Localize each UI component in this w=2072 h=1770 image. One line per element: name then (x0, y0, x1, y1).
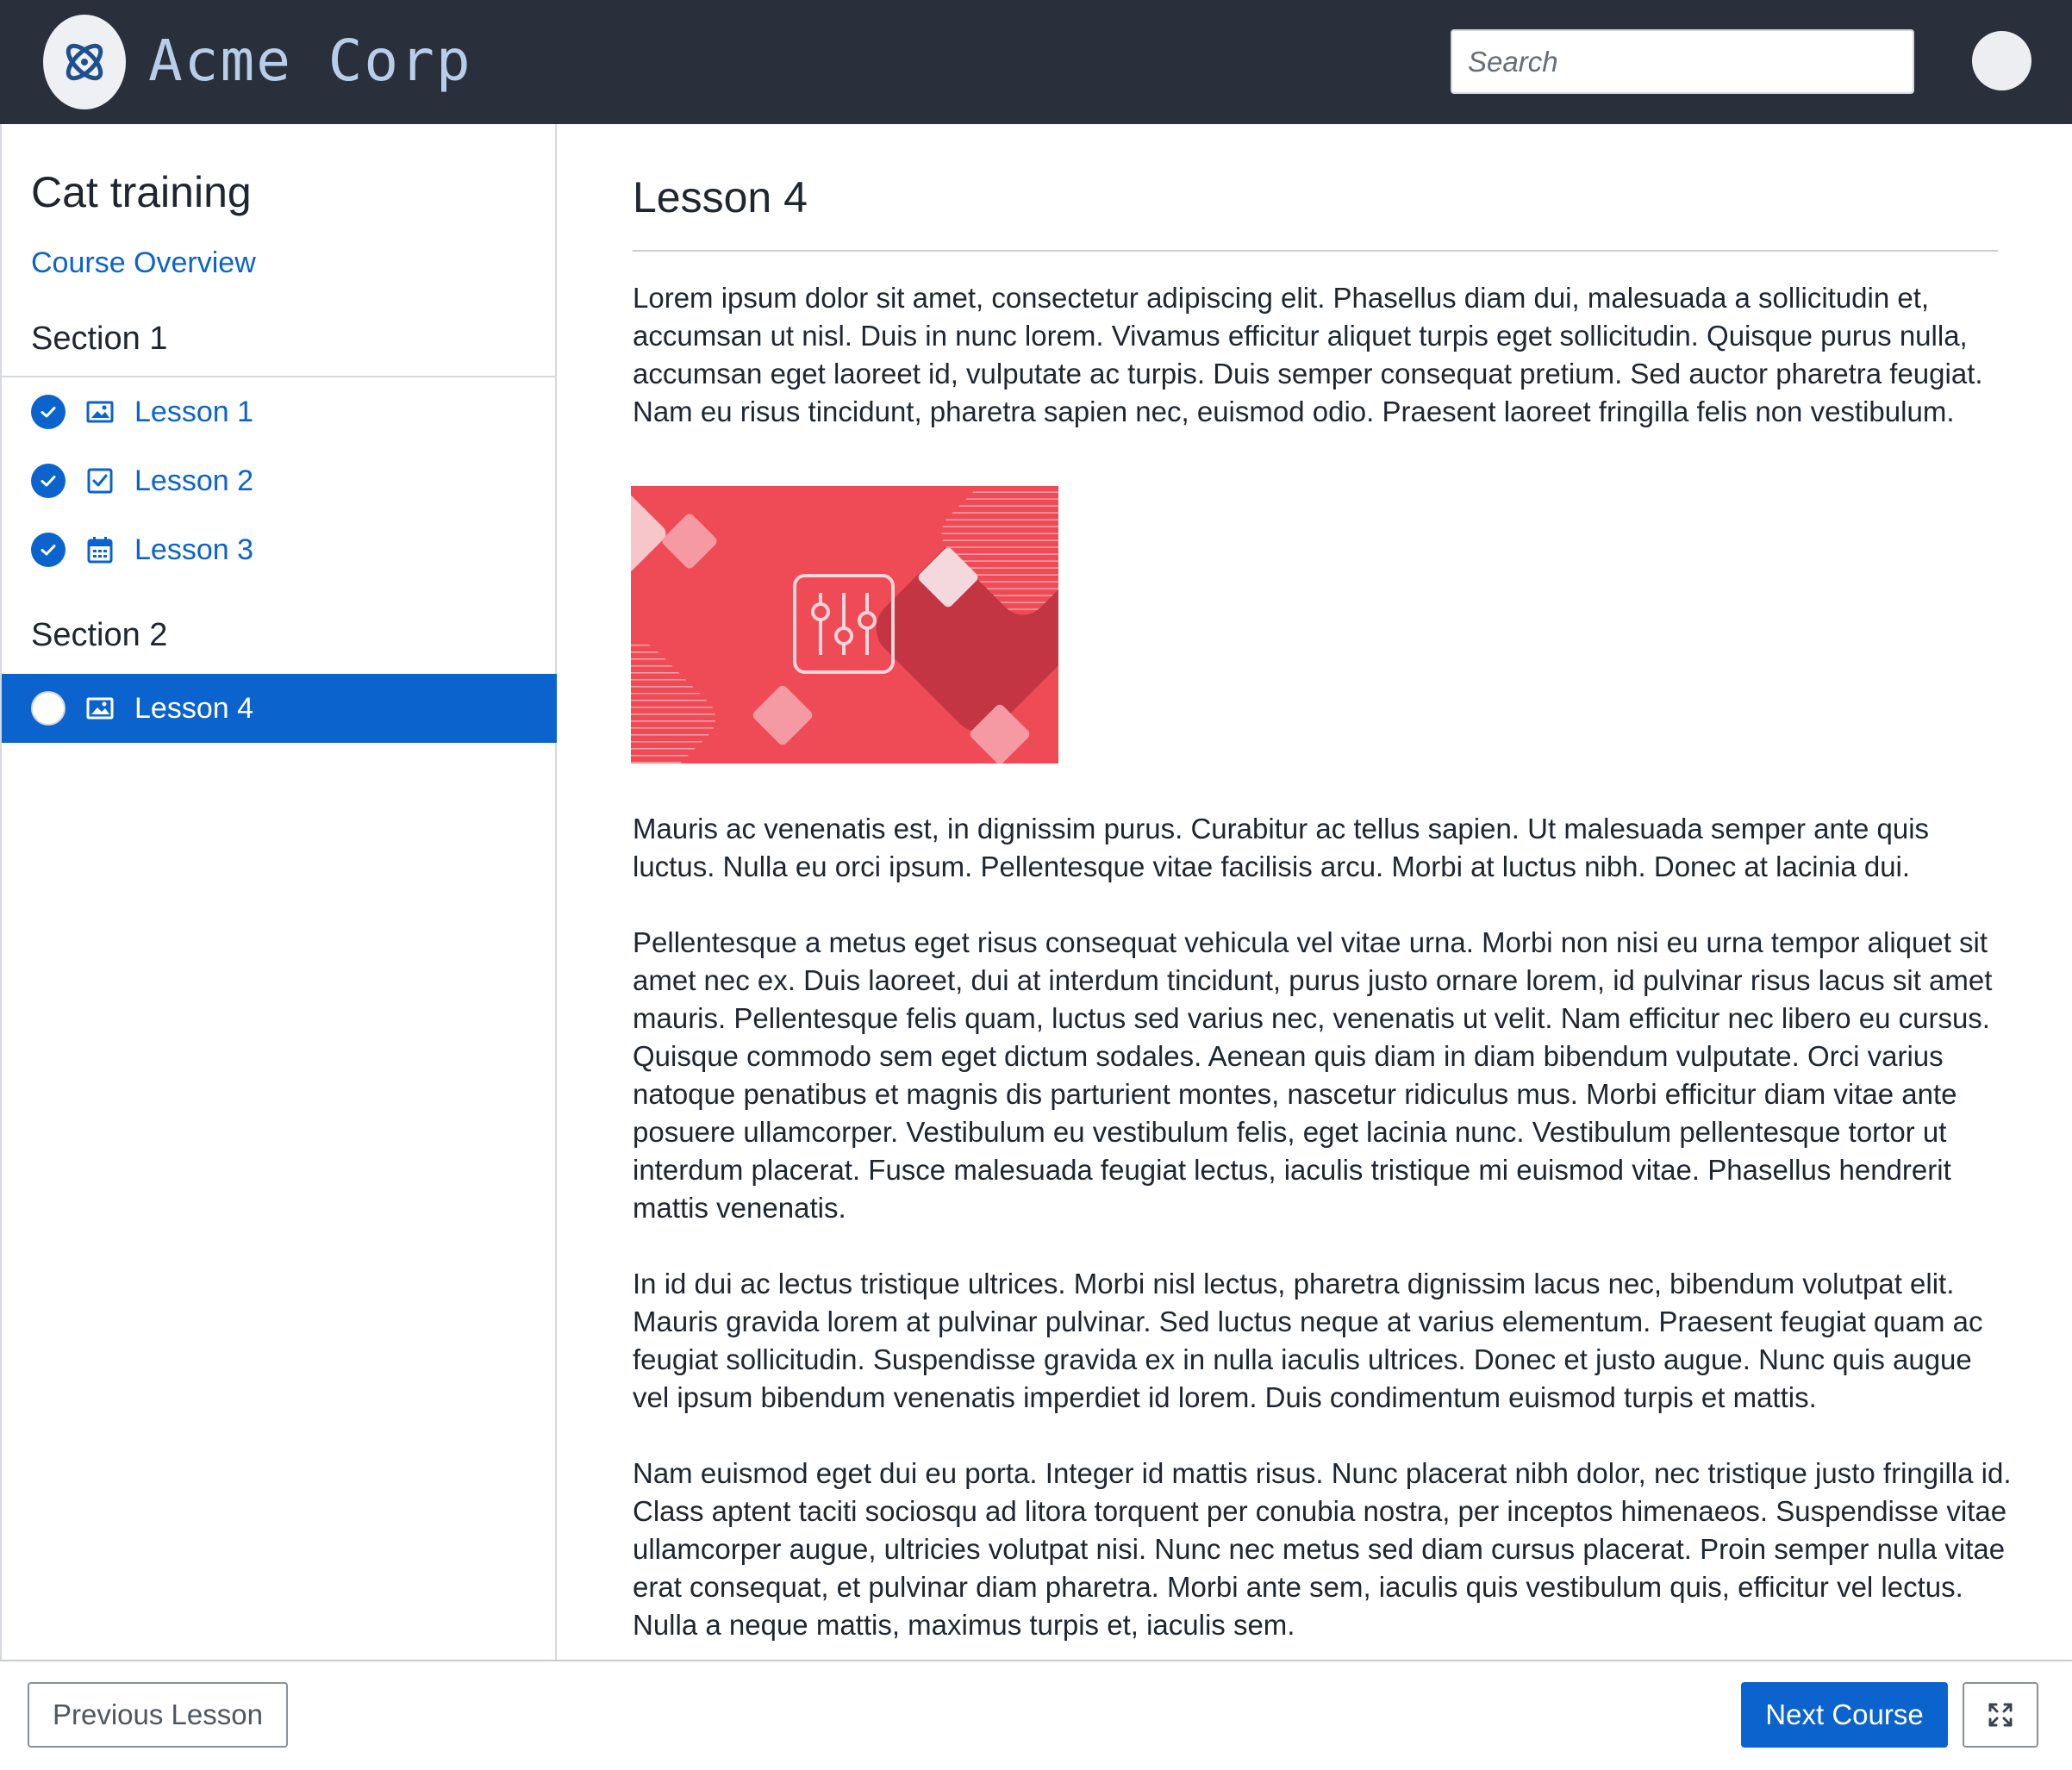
completed-check-icon (31, 464, 66, 498)
current-lesson-indicator (31, 691, 66, 726)
calendar-icon (85, 536, 115, 564)
image-icon (85, 398, 115, 426)
completed-check-icon (31, 395, 66, 429)
atom-icon (66, 43, 103, 81)
lesson-label: Lesson 4 (134, 692, 253, 725)
next-course-button[interactable]: Next Course (1741, 1682, 1948, 1748)
section-heading-1: Section 1 (31, 321, 168, 357)
paragraph: Lorem ipsum dolor sit amet, consectetur … (633, 282, 1983, 427)
paragraph: Pellentesque a metus eget risus consequa… (633, 926, 1993, 1224)
lesson-image (631, 486, 1058, 763)
lesson-content: Lesson 4 Lorem ipsum dolor sit amet, con… (559, 124, 2072, 1661)
lesson-label: Lesson 3 (134, 533, 253, 566)
expand-icon (1988, 1703, 2013, 1727)
logo[interactable] (43, 15, 126, 109)
lesson-title: Lesson 4 (633, 173, 808, 221)
previous-lesson-button[interactable]: Previous Lesson (28, 1682, 288, 1748)
paragraph: Mauris ac venenatis est, in dignissim pu… (633, 813, 1930, 882)
course-overview-link[interactable]: Course Overview (31, 246, 256, 280)
lesson-label: Lesson 1 (134, 396, 253, 428)
lesson-item-3[interactable]: Lesson 3 (2, 515, 557, 584)
paragraph: Nam euismod eget dui eu porta. Integer i… (633, 1457, 2012, 1641)
checkbox-icon (85, 467, 115, 495)
lesson-label: Lesson 2 (134, 464, 253, 497)
image-icon (85, 695, 115, 722)
lesson-item-1[interactable]: Lesson 1 (2, 377, 557, 446)
top-header: Acme Corp (0, 0, 2072, 124)
lesson-item-2[interactable]: Lesson 2 (2, 446, 557, 515)
title-divider (633, 250, 1998, 252)
paragraph: In id dui ac lectus tristique ultrices. … (633, 1268, 1983, 1413)
completed-check-icon (31, 533, 66, 567)
lesson-item-4[interactable]: Lesson 4 (2, 674, 557, 743)
search-input[interactable] (1451, 29, 1914, 94)
course-sidebar: Cat training Course Overview Section 1 L… (0, 124, 557, 1661)
section-heading-2: Section 2 (31, 617, 168, 653)
lesson-footer: Previous Lesson Next Course (0, 1660, 2072, 1770)
brand-name: Acme Corp (148, 28, 472, 94)
expand-button[interactable] (1963, 1682, 2038, 1748)
course-title: Cat training (31, 168, 252, 216)
user-avatar[interactable] (1972, 31, 2031, 90)
